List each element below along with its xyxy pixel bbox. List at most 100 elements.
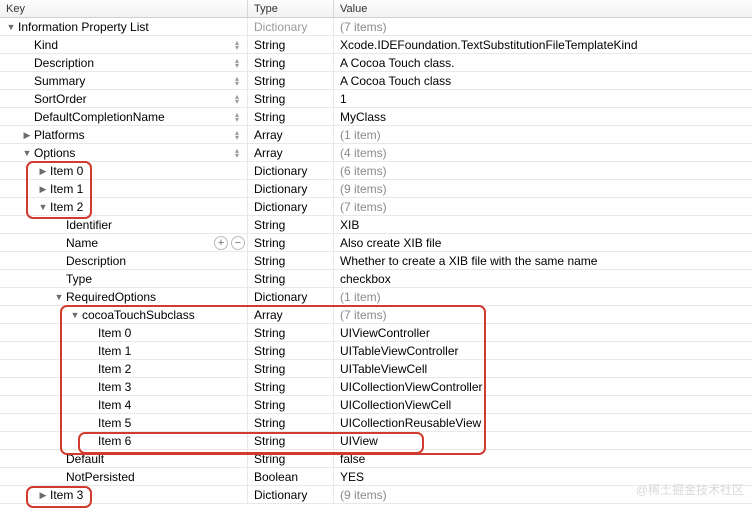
value-cell[interactable]: UICollectionViewCell: [334, 396, 752, 413]
value-cell[interactable]: UIViewController: [334, 324, 752, 341]
disclosure-right-icon[interactable]: ▶: [38, 180, 48, 197]
value-cell[interactable]: UITableViewCell: [334, 360, 752, 377]
type-cell[interactable]: Dictionary: [248, 288, 334, 305]
type-cell[interactable]: Dictionary: [248, 198, 334, 215]
key-cell[interactable]: Item 1: [0, 342, 248, 359]
remove-button[interactable]: −: [231, 236, 245, 250]
value-cell[interactable]: (7 items): [334, 306, 752, 323]
key-cell[interactable]: Default: [0, 450, 248, 467]
type-cell[interactable]: Array: [248, 306, 334, 323]
row-options[interactable]: ▼OptionsArray(4 items): [0, 144, 752, 162]
row-sortorder[interactable]: SortOrderString1: [0, 90, 752, 108]
disclosure-down-icon[interactable]: ▼: [54, 288, 64, 305]
value-cell[interactable]: UIView: [334, 432, 752, 449]
row-root[interactable]: ▼Information Property ListDictionary(7 i…: [0, 18, 752, 36]
type-cell[interactable]: String: [248, 270, 334, 287]
type-cell[interactable]: String: [248, 252, 334, 269]
type-cell[interactable]: Boolean: [248, 468, 334, 485]
key-cell[interactable]: Type: [0, 270, 248, 287]
value-cell[interactable]: Also create XIB file: [334, 234, 752, 251]
value-cell[interactable]: (7 items): [334, 198, 752, 215]
key-cell[interactable]: ▶Item 3: [0, 486, 248, 503]
value-cell[interactable]: (9 items): [334, 180, 752, 197]
row-cts-item5[interactable]: Item 5StringUICollectionReusableView: [0, 414, 752, 432]
row-cts-item4[interactable]: Item 4StringUICollectionViewCell: [0, 396, 752, 414]
value-cell[interactable]: MyClass: [334, 108, 752, 125]
value-cell[interactable]: false: [334, 450, 752, 467]
key-cell[interactable]: ▶Item 1: [0, 180, 248, 197]
row-cts-item1[interactable]: Item 1StringUITableViewController: [0, 342, 752, 360]
value-cell[interactable]: (7 items): [334, 18, 752, 35]
key-cell[interactable]: Item 6: [0, 432, 248, 449]
value-cell[interactable]: 1: [334, 90, 752, 107]
row-summary[interactable]: SummaryStringA Cocoa Touch class: [0, 72, 752, 90]
value-cell[interactable]: XIB: [334, 216, 752, 233]
value-cell[interactable]: Whether to create a XIB file with the sa…: [334, 252, 752, 269]
key-cell[interactable]: SortOrder: [0, 90, 248, 107]
disclosure-down-icon[interactable]: ▼: [6, 18, 16, 35]
key-cell[interactable]: Item 3: [0, 378, 248, 395]
type-cell[interactable]: Dictionary: [248, 486, 334, 503]
type-cell[interactable]: String: [248, 234, 334, 251]
type-cell[interactable]: String: [248, 360, 334, 377]
disclosure-right-icon[interactable]: ▶: [38, 162, 48, 179]
type-cell[interactable]: String: [248, 108, 334, 125]
disclosure-down-icon[interactable]: ▼: [38, 198, 48, 215]
header-type[interactable]: Type: [248, 0, 334, 17]
value-cell[interactable]: UICollectionViewController: [334, 378, 752, 395]
row-cts-item0[interactable]: Item 0StringUIViewController: [0, 324, 752, 342]
key-cell[interactable]: Item 4: [0, 396, 248, 413]
type-cell[interactable]: Array: [248, 144, 334, 161]
value-cell[interactable]: (4 items): [334, 144, 752, 161]
row-default[interactable]: DefaultStringfalse: [0, 450, 752, 468]
type-cell[interactable]: String: [248, 432, 334, 449]
key-cell[interactable]: NotPersisted: [0, 468, 248, 485]
stepper-icon[interactable]: [235, 148, 243, 158]
type-cell[interactable]: String: [248, 90, 334, 107]
row-name[interactable]: Name+−StringAlso create XIB file: [0, 234, 752, 252]
disclosure-down-icon[interactable]: ▼: [70, 306, 80, 323]
stepper-icon[interactable]: [235, 58, 243, 68]
key-cell[interactable]: Name+−: [0, 234, 248, 251]
row-defaultcompletionname[interactable]: DefaultCompletionNameStringMyClass: [0, 108, 752, 126]
type-cell[interactable]: Dictionary: [248, 18, 334, 35]
row-cocoatouchsubclass[interactable]: ▼cocoaTouchSubclassArray(7 items): [0, 306, 752, 324]
key-cell[interactable]: ▶Item 0: [0, 162, 248, 179]
value-cell[interactable]: (9 items): [334, 486, 752, 503]
type-cell[interactable]: String: [248, 342, 334, 359]
key-cell[interactable]: Kind: [0, 36, 248, 53]
type-cell[interactable]: String: [248, 450, 334, 467]
key-cell[interactable]: ▼RequiredOptions: [0, 288, 248, 305]
key-cell[interactable]: ▼Options: [0, 144, 248, 161]
row-description2[interactable]: DescriptionStringWhether to create a XIB…: [0, 252, 752, 270]
row-options-item1[interactable]: ▶Item 1Dictionary(9 items): [0, 180, 752, 198]
value-cell[interactable]: Xcode.IDEFoundation.TextSubstitutionFile…: [334, 36, 752, 53]
disclosure-down-icon[interactable]: ▼: [22, 144, 32, 161]
value-cell[interactable]: (6 items): [334, 162, 752, 179]
value-cell[interactable]: UITableViewController: [334, 342, 752, 359]
row-identifier[interactable]: IdentifierStringXIB: [0, 216, 752, 234]
row-platforms[interactable]: ▶PlatformsArray(1 item): [0, 126, 752, 144]
row-notpersisted[interactable]: NotPersistedBooleanYES: [0, 468, 752, 486]
type-cell[interactable]: String: [248, 378, 334, 395]
key-cell[interactable]: Description: [0, 252, 248, 269]
type-cell[interactable]: String: [248, 324, 334, 341]
key-cell[interactable]: Item 5: [0, 414, 248, 431]
type-cell[interactable]: String: [248, 396, 334, 413]
value-cell[interactable]: checkbox: [334, 270, 752, 287]
key-cell[interactable]: ▼cocoaTouchSubclass: [0, 306, 248, 323]
key-cell[interactable]: ▼Item 2: [0, 198, 248, 215]
stepper-icon[interactable]: [235, 76, 243, 86]
row-cts-item6[interactable]: Item 6StringUIView: [0, 432, 752, 450]
row-cts-item3[interactable]: Item 3StringUICollectionViewController: [0, 378, 752, 396]
add-button[interactable]: +: [214, 236, 228, 250]
key-cell[interactable]: Summary: [0, 72, 248, 89]
type-cell[interactable]: String: [248, 216, 334, 233]
row-options-item0[interactable]: ▶Item 0Dictionary(6 items): [0, 162, 752, 180]
key-cell[interactable]: Description: [0, 54, 248, 71]
header-value[interactable]: Value: [334, 0, 752, 17]
key-cell[interactable]: DefaultCompletionName: [0, 108, 248, 125]
type-cell[interactable]: Array: [248, 126, 334, 143]
row-cts-item2[interactable]: Item 2StringUITableViewCell: [0, 360, 752, 378]
key-cell[interactable]: Item 0: [0, 324, 248, 341]
